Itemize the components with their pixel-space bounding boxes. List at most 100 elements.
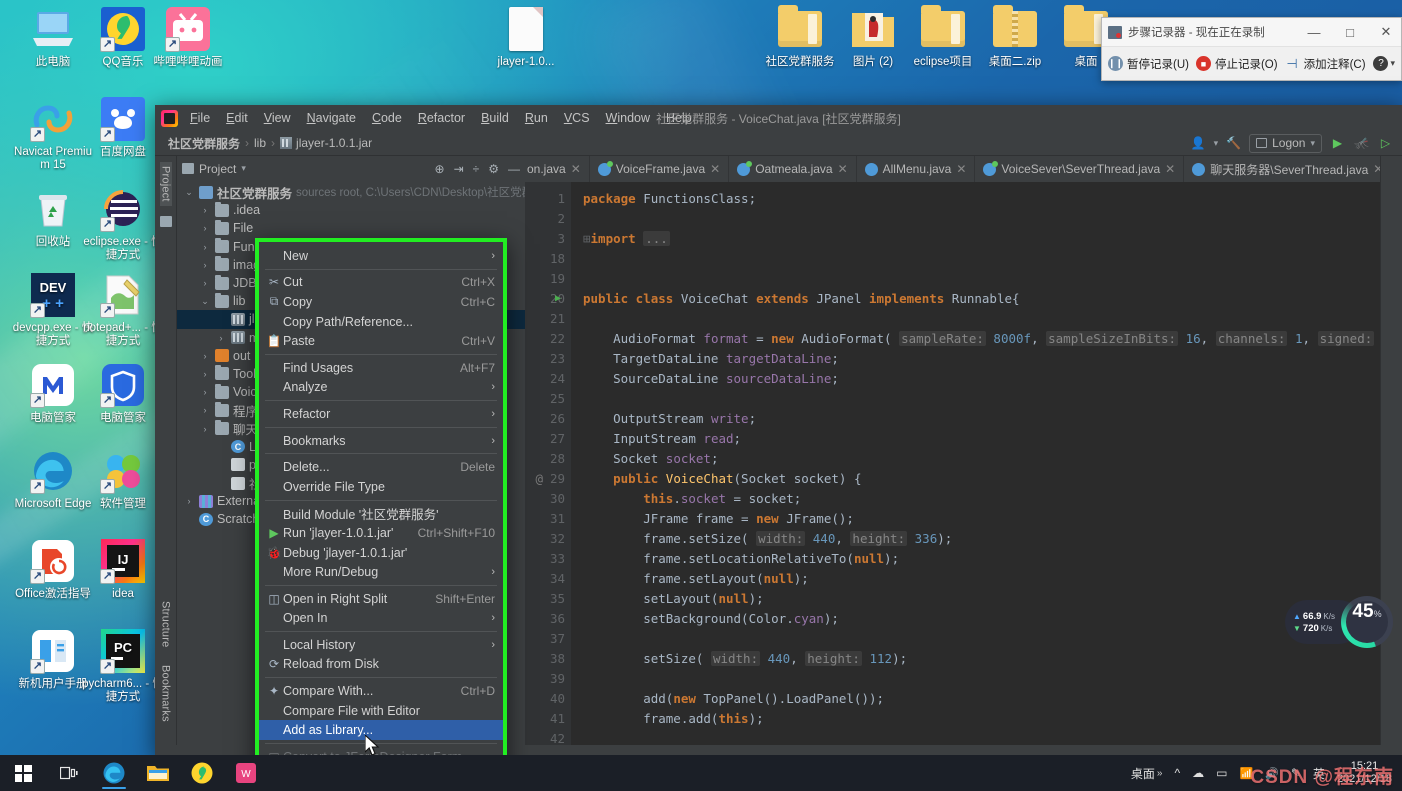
desktop-icon-eclipse[interactable]: ↗ eclipse.exe - 快捷方式 xyxy=(80,186,166,262)
desktop-icon-baidu[interactable]: ↗ 百度网盘 xyxy=(80,96,166,159)
chevron-down-icon[interactable]: ▾ xyxy=(241,163,246,174)
breadcrumb[interactable]: 社区党群服务 › lib › jlayer-1.0.1.jar xyxy=(165,134,375,153)
menu-item-run[interactable]: Run xyxy=(517,108,556,128)
menu-item-refactor[interactable]: Refactor xyxy=(410,108,473,128)
tree-row[interactable]: › File xyxy=(177,219,525,237)
desktop-icon-mgr2[interactable]: ↗ 电脑管家 xyxy=(80,362,166,425)
desktop-icon-notepad[interactable]: ↗ notepad+... - 快捷方式 xyxy=(80,272,166,348)
menu-item-code[interactable]: Code xyxy=(364,108,410,128)
context-menu-item-cut[interactable]: ✂ Cut Ctrl+X xyxy=(259,273,503,293)
context-menu-item-copy-path-reference[interactable]: Copy Path/Reference... xyxy=(259,312,503,332)
tool-window-project[interactable]: Project xyxy=(159,162,172,206)
chevron-right-icon[interactable]: › xyxy=(215,333,227,343)
windows-taskbar[interactable]: W 桌面 » ^ ☁ ▭ 📶 🔊 ✎ 英 15:21 2021/12/18 xyxy=(0,755,1402,791)
desktop-icon-docfile[interactable]: jlayer-1.0... xyxy=(483,6,569,69)
code-editor[interactable]: 1 2 3 18 19 20 ▶ 21 22 23 24 25 26 27 28 29 @30 31 32 33 34 3… xyxy=(525,182,1380,745)
locate-icon[interactable]: ⊕ xyxy=(435,162,445,176)
collapse-all-icon[interactable]: ⇥ xyxy=(454,162,464,176)
chevron-right-icon[interactable]: › xyxy=(199,387,211,397)
context-menu-item-delete[interactable]: Delete... Delete xyxy=(259,457,503,477)
close-icon[interactable]: ✕ xyxy=(956,162,966,176)
tray-battery-icon[interactable]: ▭ xyxy=(1216,766,1227,780)
tree-row[interactable]: › .idea xyxy=(177,201,525,219)
context-menu-item-run-jlayer-1-0-1-jar[interactable]: ▶ Run 'jlayer-1.0.1.jar' Ctrl+Shift+F10 xyxy=(259,523,503,543)
editor-tab[interactable]: Oatmeala.java ✕ xyxy=(729,156,857,182)
project-pane-title-group[interactable]: Project ▾ xyxy=(182,162,246,176)
context-menu-item-build-module[interactable]: Build Module '社区党群服务' xyxy=(259,504,503,524)
tray-desktop-label[interactable]: 桌面 » xyxy=(1131,765,1163,782)
hide-icon[interactable]: — xyxy=(508,162,520,176)
recorder-minimize-button[interactable]: — xyxy=(1299,19,1329,46)
context-menu-item-paste[interactable]: 📋 Paste Ctrl+V xyxy=(259,331,503,351)
recorder-maximize-button[interactable]: □ xyxy=(1335,19,1365,46)
run-gutter-icon[interactable]: ▶ xyxy=(555,289,561,309)
add-comment-button[interactable]: ⊣ 添加注释(C) xyxy=(1285,56,1365,72)
chevron-right-icon[interactable]: › xyxy=(199,369,211,379)
network-speed-widget[interactable]: ▲ 66.9 K/s ▼ 720 K/s 45 % xyxy=(1285,596,1393,648)
context-menu-item-compare-with[interactable]: ✦ Compare With... Ctrl+D xyxy=(259,681,503,701)
tray-wifi-icon[interactable]: 📶 xyxy=(1239,767,1253,780)
desktop-icon-idea[interactable]: IJ ↗ idea xyxy=(80,538,166,601)
chevron-right-icon[interactable]: › xyxy=(199,405,211,415)
tray-ime-indicator[interactable]: 英 xyxy=(1313,765,1325,782)
editor-tab[interactable]: VoiceFrame.java ✕ xyxy=(590,156,730,182)
tray-chevron-up-icon[interactable]: ^ xyxy=(1174,766,1180,780)
editor-gutter[interactable]: 1 2 3 18 19 20 ▶ 21 22 23 24 25 26 27 28 29 @30 31 32 33 34 3… xyxy=(525,182,571,745)
context-menu-item-override-file-type[interactable]: Override File Type xyxy=(259,477,503,497)
context-menu-item-add-as-library[interactable]: Add as Library... xyxy=(259,720,503,741)
editor-tab[interactable]: AllMenu.java ✕ xyxy=(857,156,976,182)
context-menu-item-debug-jlayer-1-0-1-jar[interactable]: 🐞 Debug 'jlayer-1.0.1.jar' xyxy=(259,543,503,563)
chevron-right-icon[interactable]: › xyxy=(199,424,211,434)
menu-item-view[interactable]: View xyxy=(256,108,299,128)
steps-recorder-window[interactable]: 步骤记录器 - 现在正在录制 — □ ✕ ❙❙ 暂停记录(U) ■ 停止记录(O… xyxy=(1101,17,1402,81)
context-menu-item-new[interactable]: New › xyxy=(259,246,503,266)
menu-item-edit[interactable]: Edit xyxy=(218,108,256,128)
debug-button[interactable]: 🦟 xyxy=(1353,135,1370,152)
menu-item-vcs[interactable]: VCS xyxy=(556,108,598,128)
context-menu-item-find-usages[interactable]: Find Usages Alt+F7 xyxy=(259,358,503,378)
override-marker-icon[interactable]: @ xyxy=(535,469,543,489)
taskbar-app-explorer[interactable] xyxy=(136,755,180,791)
context-menu-item-local-history[interactable]: Local History › xyxy=(259,635,503,655)
build-hammer-icon[interactable]: 🔨 xyxy=(1225,135,1242,152)
menu-item-navigate[interactable]: Navigate xyxy=(299,108,364,128)
editor-code-text[interactable]: package FunctionsClass; ⊞import ... publ… xyxy=(571,182,1380,745)
context-menu-item-reload-from-disk[interactable]: ⟳ Reload from Disk xyxy=(259,655,503,675)
close-icon[interactable]: ✕ xyxy=(1373,162,1380,176)
menu-item-build[interactable]: Build xyxy=(473,108,517,128)
recorder-help-button[interactable]: ? ▾ xyxy=(1373,56,1395,71)
close-icon[interactable]: ✕ xyxy=(571,162,581,176)
editor-tab[interactable]: VoiceSever\SeverThread.java ✕ xyxy=(975,156,1185,182)
chevron-down-icon[interactable]: ⌄ xyxy=(183,187,195,198)
breadcrumb-item[interactable]: lib xyxy=(254,136,266,150)
user-profile-icon[interactable]: 👤 xyxy=(1190,135,1207,152)
start-button[interactable] xyxy=(0,755,46,791)
task-view-button[interactable] xyxy=(46,755,92,791)
chevron-down-icon[interactable]: ⌄ xyxy=(199,296,211,307)
taskbar-app-qqmusic[interactable] xyxy=(180,755,224,791)
chevron-right-icon[interactable]: › xyxy=(183,496,195,506)
editor-tab[interactable]: 聊天服务器\SeverThread.java ✕ xyxy=(1184,156,1380,182)
chevron-right-icon[interactable]: › xyxy=(199,205,211,215)
desktop-icon-bilibili[interactable]: ↗ 哔哩哔哩动画 xyxy=(145,6,231,69)
desktop-icon-softmgr[interactable]: ↗ 软件管理 xyxy=(80,448,166,511)
context-menu-item-open-in-right-split[interactable]: ◫ Open in Right Split Shift+Enter xyxy=(259,589,503,609)
stop-recording-button[interactable]: ■ 停止记录(O) xyxy=(1195,56,1278,72)
split-icon[interactable]: ÷ xyxy=(473,162,480,176)
breadcrumb-item[interactable]: 社区党群服务 xyxy=(168,135,240,152)
context-menu-item-refactor[interactable]: Refactor › xyxy=(259,404,503,424)
chevron-right-icon[interactable]: › xyxy=(199,223,211,233)
chevron-right-icon[interactable]: › xyxy=(199,351,211,361)
context-menu-item-copy[interactable]: ⧉ Copy Ctrl+C xyxy=(259,292,503,312)
close-icon[interactable]: ✕ xyxy=(838,162,848,176)
pause-recording-button[interactable]: ❙❙ 暂停记录(U) xyxy=(1108,56,1189,72)
context-menu-item-compare-file-with-editor[interactable]: Compare File with Editor xyxy=(259,701,503,721)
breadcrumb-item[interactable]: jlayer-1.0.1.jar xyxy=(280,136,372,150)
close-icon[interactable]: ✕ xyxy=(710,162,720,176)
run-with-coverage-button[interactable]: ▷ xyxy=(1377,135,1394,152)
tree-row[interactable]: ⌄ 社区党群服务 sources root, C:\Users\CDN\Deskto… xyxy=(177,183,525,201)
tray-volume-icon[interactable]: 🔊 xyxy=(1265,767,1279,780)
context-menu-item-more-run-debug[interactable]: More Run/Debug › xyxy=(259,562,503,582)
context-menu-item-bookmarks[interactable]: Bookmarks › xyxy=(259,431,503,451)
context-menu-item-open-in[interactable]: Open In › xyxy=(259,609,503,629)
